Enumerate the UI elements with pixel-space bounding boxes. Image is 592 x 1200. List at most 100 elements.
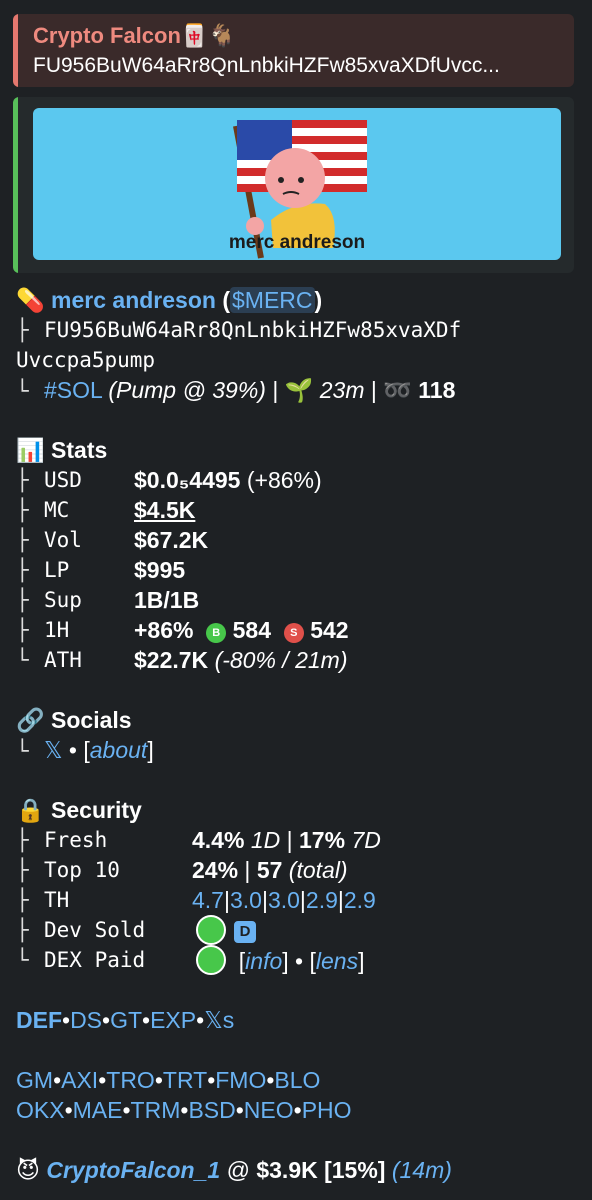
supply: 1B/1B <box>134 587 200 613</box>
stat-row-lp: ├ LP <box>16 558 70 582</box>
fresh-7d-unit: 7D <box>351 827 381 853</box>
dex-paid-value: [info] • [lens] <box>196 945 364 976</box>
tree-branch-icon: ├ <box>16 318 29 342</box>
link-gm[interactable]: GM <box>16 1067 53 1093</box>
stats-heading: 📊 Stats <box>16 435 107 465</box>
stat-row-sup: ├ Sup <box>16 588 82 612</box>
token-address-line2[interactable]: Uvccpa5pump <box>16 345 155 375</box>
stat-row-ath: └ ATH <box>16 648 82 672</box>
links-row-2: GM•AXI•TRO•TRT•FMO•BLO <box>16 1067 321 1093</box>
sec-row-dev: ├ Dev Sold <box>16 918 146 942</box>
top10-label: Top 10 <box>44 858 120 882</box>
th-value[interactable]: 4.7 <box>192 887 224 913</box>
stat-label: ATH <box>44 648 82 672</box>
link-axi[interactable]: AXI <box>61 1067 98 1093</box>
stat-value-vol: $67.2K <box>134 525 208 555</box>
sec-row-th: ├ TH <box>16 888 70 912</box>
ath-detail: (-80% / 21m) <box>214 647 348 673</box>
sell-icon: S <box>283 623 304 643</box>
tree-end-icon: └ <box>16 739 29 763</box>
link-def[interactable]: DEF <box>16 1007 62 1033</box>
fresh-label: Fresh <box>44 828 108 852</box>
footer-time: (14m) <box>391 1157 452 1183</box>
change-1h: +86% <box>134 617 194 643</box>
link-bsd[interactable]: BSD <box>188 1097 235 1123</box>
top10-pct: 24% <box>192 857 239 883</box>
fresh-1d: 4.4% <box>192 827 245 853</box>
link-ds[interactable]: DS <box>70 1007 102 1033</box>
link-okx[interactable]: OKX <box>16 1097 65 1123</box>
reply-header[interactable]: Crypto Falcon🀄🐐 FU956BuW64aRr8QnLnbkiHZF… <box>13 14 574 87</box>
token-age: 23m <box>319 377 365 403</box>
chain-hashtag[interactable]: #SOL <box>44 377 102 403</box>
stat-value-ath: $22.7K (-80% / 21m) <box>134 645 348 675</box>
th-value[interactable]: 3.0 <box>268 887 300 913</box>
footer-line: 😈 CryptoFalcon_1 @ $3.9K [15%] (14m) <box>16 1155 452 1185</box>
token-address-line[interactable]: ├ FU956BuW64aRr8QnLnbkiHZFw85xvaXDf <box>16 315 461 345</box>
link-xs[interactable]: 𝕏s <box>204 1007 234 1033</box>
links-row-3: OKX•MAE•TRM•BSD•NEO•PHO <box>16 1097 352 1123</box>
link-trm[interactable]: TRM <box>131 1097 181 1123</box>
link-gt[interactable]: GT <box>110 1007 142 1033</box>
link-tro[interactable]: TRO <box>106 1067 155 1093</box>
buy-icon: B <box>206 623 227 643</box>
token-title-line: 💊 merc andreson ($MERC) <box>16 285 322 315</box>
stat-row-vol: ├ Vol <box>16 528 82 552</box>
security-heading: 🔒 Security <box>16 795 142 825</box>
footer-user-link[interactable]: CryptoFalcon_1 <box>46 1157 220 1183</box>
reply-address: FU956BuW64aRr8QnLnbkiHZFw85xvaXDfUvcc... <box>33 54 500 77</box>
footer-at: @ <box>220 1157 257 1183</box>
info-link[interactable]: info <box>245 948 282 974</box>
link-exp[interactable]: EXP <box>150 1007 196 1033</box>
preview-caption: merc andreson <box>228 232 366 253</box>
link-pho[interactable]: PHO <box>302 1097 352 1123</box>
stat-row-mc: ├ MC <box>16 498 70 522</box>
about-link[interactable]: about <box>90 737 148 763</box>
sep-2: | <box>364 377 384 403</box>
link-icon: 🔗 <box>16 707 45 733</box>
stat-value-mc[interactable]: $4.5K <box>134 495 195 525</box>
link-trt[interactable]: TRT <box>163 1067 207 1093</box>
market-cap[interactable]: $4.5K <box>134 497 195 523</box>
th-value[interactable]: 3.0 <box>230 887 262 913</box>
th-value[interactable]: 2.9 <box>306 887 338 913</box>
stat-label: Vol <box>44 528 82 552</box>
dex-paid-label: DEX Paid <box>44 948 146 972</box>
reply-accent-bar <box>13 14 18 87</box>
token-open-paren: ( <box>215 287 230 313</box>
bar-chart-icon: 📊 <box>16 437 45 463</box>
lens-link[interactable]: lens <box>316 948 358 974</box>
fresh-value: 4.4% 1D | 17% 7D <box>192 827 381 853</box>
dev-badge[interactable]: D <box>234 921 256 943</box>
link-blo[interactable]: BLO <box>274 1067 320 1093</box>
stat-value-1h: +86% B 584 S 542 <box>134 615 349 645</box>
stat-label: LP <box>44 558 70 582</box>
stat-label: USD <box>44 468 82 492</box>
sec-row-fresh: ├ Fresh <box>16 828 108 852</box>
preview-accent-bar <box>13 97 18 273</box>
holders-icon: ➿ <box>383 377 412 403</box>
top10-value: 24% | 57 (total) <box>192 857 348 883</box>
holders-count: 118 <box>418 377 456 403</box>
stat-row-1h: ├ 1H <box>16 618 70 642</box>
link-fmo[interactable]: FMO <box>215 1067 266 1093</box>
th-value[interactable]: 2.9 <box>344 887 376 913</box>
fresh-1d-unit: 1D <box>250 827 281 853</box>
link-neo[interactable]: NEO <box>244 1097 294 1123</box>
token-name-link[interactable]: merc andreson <box>51 287 216 313</box>
token-ticker[interactable]: $MERC <box>230 287 315 313</box>
links-row-1: DEF•DS•GT•EXP•𝕏s <box>16 1007 235 1033</box>
stat-label: 1H <box>44 618 70 642</box>
link-preview[interactable]: merc andreson <box>13 97 574 273</box>
stats-title: Stats <box>51 437 108 463</box>
link-mae[interactable]: MAE <box>73 1097 123 1123</box>
x-link[interactable]: 𝕏 <box>44 737 63 763</box>
seedling-icon: 🌱 <box>284 377 314 403</box>
stat-value-sup: 1B/1B <box>134 585 199 615</box>
socials-heading: 🔗 Socials <box>16 705 132 735</box>
top10-total-label: (total) <box>288 857 348 883</box>
sec-row-dex: └ DEX Paid <box>16 948 146 972</box>
preview-image[interactable]: merc andreson <box>33 108 561 260</box>
pill-icon: 💊 <box>16 287 45 313</box>
usd-change: (+86%) <box>240 467 322 493</box>
